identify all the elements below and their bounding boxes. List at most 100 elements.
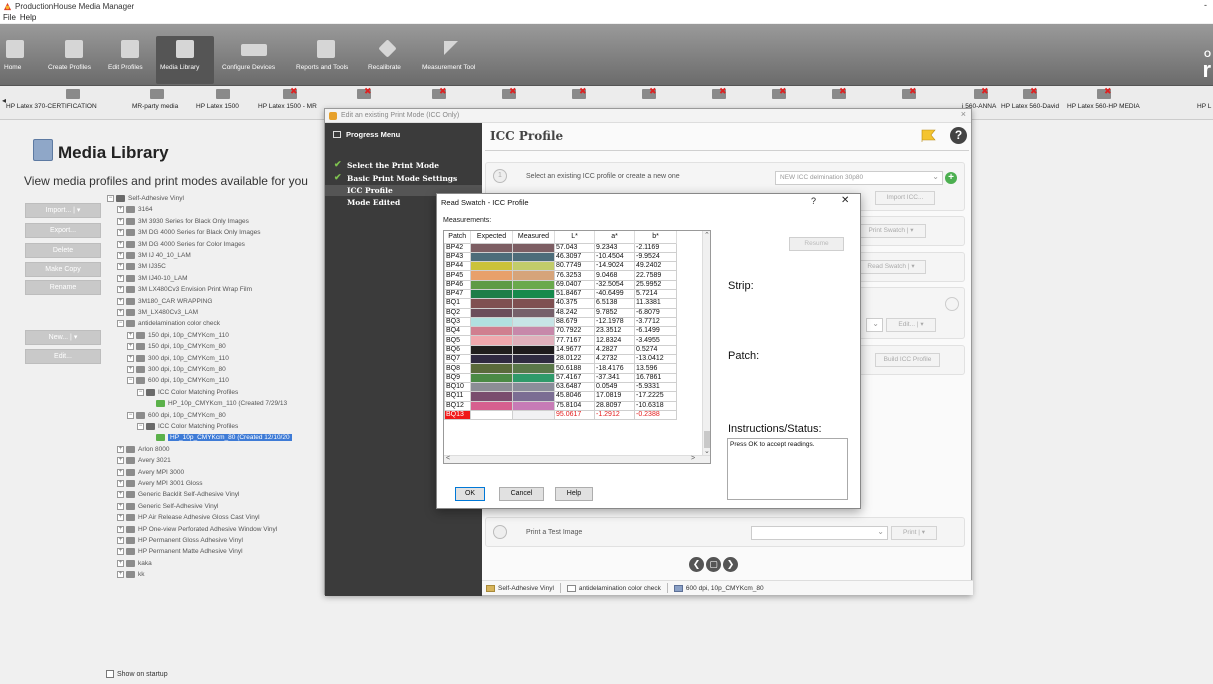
- tree-item[interactable]: + Avery MPI 3000: [117, 467, 184, 478]
- expand-icon[interactable]: +: [117, 309, 124, 316]
- media-chip[interactable]: HP Latex 560-HP MEDIA: [1067, 86, 1147, 120]
- table-row[interactable]: BP45 76.3253 9.0468 22.7589: [444, 270, 677, 281]
- column-header[interactable]: Measured: [512, 231, 555, 243]
- collapse-icon[interactable]: −: [117, 320, 124, 328]
- tree-item[interactable]: +3M IJ35C: [117, 261, 166, 272]
- strip-scroll-left-icon[interactable]: ◂: [2, 96, 6, 105]
- tree-item[interactable]: − Self-Adhesive Vinyl: [107, 193, 184, 204]
- toolbar-media-library-button[interactable]: Media Library: [156, 36, 214, 84]
- test-image-select[interactable]: [751, 526, 888, 540]
- tree-item[interactable]: +3M DG 4000 Series for Black Only Images: [117, 227, 260, 238]
- table-row[interactable]: BP47 51.8467 -40.6499 5.7214: [444, 288, 677, 300]
- tree-item[interactable]: HP_10p_CMYKcm_110 (Created 7/29/13: [147, 398, 287, 409]
- icc-profile-select[interactable]: NEW ICC delmination 30p80: [775, 171, 943, 185]
- tree-item[interactable]: + Avery MPI 3001 Gloss: [117, 478, 203, 489]
- tree-item[interactable]: + Generic Self-Adhesive Vinyl: [117, 501, 218, 512]
- scroll-up-icon[interactable]: ⌃: [704, 231, 710, 239]
- back-button[interactable]: ❮: [689, 557, 704, 572]
- expand-icon[interactable]: +: [117, 445, 124, 453]
- scroll-right-icon[interactable]: >: [691, 455, 695, 462]
- table-row[interactable]: BQ13 95.0617 -1.2912 -0.2388: [444, 409, 677, 421]
- step-basic-settings[interactable]: ✔ Basic Print Mode Settings: [334, 173, 457, 183]
- table-row[interactable]: BQ9 57.4167 -37.341 16.7861: [444, 372, 677, 383]
- toolbar-configure-devices-button[interactable]: Configure Devices: [220, 36, 288, 84]
- expand-icon[interactable]: +: [127, 343, 134, 351]
- export-button[interactable]: Export...: [25, 223, 101, 238]
- table-row[interactable]: BQ11 45.8046 17.0819 -17.2225: [444, 391, 677, 402]
- tree-item[interactable]: +3M IJ40-10_LAM: [117, 273, 188, 284]
- scrollbar-thumb[interactable]: [704, 431, 710, 448]
- vertical-scrollbar[interactable]: ⌃ ⌄: [702, 231, 710, 456]
- toolbar-create-profiles-button[interactable]: Create Profiles: [48, 36, 100, 84]
- tree-item[interactable]: + HP Permanent Matte Adhesive Vinyl: [117, 546, 243, 557]
- collapse-icon[interactable]: −: [127, 411, 134, 419]
- expand-icon[interactable]: +: [117, 480, 124, 487]
- tree-item[interactable]: +3M DG 4000 Series for Color Images: [117, 239, 245, 250]
- table-row[interactable]: BQ1 40.375 6.5138 11.3381: [444, 298, 677, 309]
- show-on-startup-checkbox[interactable]: [106, 670, 114, 678]
- add-icc-icon[interactable]: +: [945, 172, 957, 184]
- close-button[interactable]: ✕: [841, 195, 849, 206]
- expand-icon[interactable]: +: [117, 217, 124, 225]
- media-chip[interactable]: HP L: [1197, 86, 1213, 120]
- edit-button[interactable]: Edit...: [25, 349, 101, 364]
- table-row[interactable]: BP46 69.0407 -32.5054 25.9952: [444, 279, 677, 291]
- edit-select[interactable]: [866, 318, 883, 332]
- table-row[interactable]: BQ10 63.6487 0.0549 -5.9331: [444, 381, 677, 393]
- window-minimize-button[interactable]: -: [1204, 0, 1207, 10]
- tree-item[interactable]: +3164: [117, 204, 152, 215]
- ok-button[interactable]: OK: [455, 487, 485, 501]
- media-chip[interactable]: HP Latex 1500 - MR: [258, 86, 328, 120]
- tree-item[interactable]: HP_10p_CMYKcm_80 (Created 12/10/20: [147, 432, 292, 443]
- resume-button[interactable]: Resume: [789, 237, 844, 251]
- tree-item[interactable]: + HP Permanent Gloss Adhesive Vinyl: [117, 535, 243, 546]
- stop-button[interactable]: ▢: [706, 557, 721, 572]
- expand-icon[interactable]: +: [117, 229, 124, 237]
- toolbar-reports-tools-button[interactable]: Reports and Tools: [295, 36, 357, 84]
- import-icc-button[interactable]: Import ICC...: [875, 191, 935, 205]
- table-row[interactable]: BP43 46.3097 -10.4504 -9.9524: [444, 251, 677, 263]
- tree-item[interactable]: − 600 dpi, 10p_CMYKcm_110: [127, 375, 229, 386]
- toolbar-recalibrate-button[interactable]: Recalibrate: [366, 36, 408, 84]
- expand-icon[interactable]: +: [117, 240, 124, 248]
- expand-icon[interactable]: +: [117, 502, 124, 510]
- tree-item[interactable]: + Avery 3021: [117, 455, 171, 466]
- collapse-icon[interactable]: −: [107, 195, 114, 202]
- collapse-icon[interactable]: −: [127, 377, 134, 385]
- horizontal-scrollbar[interactable]: < >: [444, 455, 710, 463]
- tree-item[interactable]: +3M_LX480Cv3_LAM: [117, 307, 198, 318]
- print-test-button[interactable]: Print | ▾: [891, 526, 937, 540]
- dialog-close-button[interactable]: ×: [961, 109, 966, 119]
- table-row[interactable]: BP44 80.7749 -14.9024 49.2402: [444, 261, 677, 272]
- expand-icon[interactable]: +: [117, 468, 124, 476]
- expand-icon[interactable]: +: [117, 274, 124, 282]
- table-row[interactable]: BQ4 70.7922 23.3512 -6.1499: [444, 326, 677, 337]
- step-select-print-mode[interactable]: ✔ Select the Print Mode: [334, 160, 439, 170]
- expand-icon[interactable]: +: [117, 286, 124, 294]
- read-swatch-button[interactable]: Read Swatch | ▾: [856, 260, 926, 274]
- column-header[interactable]: b*: [634, 231, 677, 243]
- collapse-icon[interactable]: −: [137, 388, 144, 396]
- tree-item[interactable]: − ICC Color Matching Profiles: [137, 421, 238, 432]
- edit-options-button[interactable]: Edit... | ▾: [886, 318, 936, 332]
- next-button[interactable]: ❯: [723, 557, 738, 572]
- expand-icon[interactable]: +: [117, 537, 124, 544]
- column-header[interactable]: L*: [554, 231, 595, 243]
- table-row[interactable]: BP42 57.043 9.2343 -2.1169: [444, 242, 677, 253]
- expand-icon[interactable]: +: [117, 514, 124, 522]
- table-row[interactable]: BQ5 77.7167 12.8324 -3.4955: [444, 335, 677, 346]
- tree-item[interactable]: − 600 dpi, 10p_CMYKcm_80: [127, 410, 226, 421]
- tree-item[interactable]: + kk: [117, 569, 145, 580]
- help-dialog-button[interactable]: Help: [555, 487, 593, 501]
- expand-icon[interactable]: +: [117, 457, 124, 465]
- media-chip[interactable]: HP Latex 560-David: [1001, 86, 1061, 120]
- delete-button[interactable]: Delete: [25, 243, 101, 258]
- tree-item[interactable]: +3M LX480Cv3 Envision Print Wrap Film: [117, 284, 252, 295]
- tree-item[interactable]: +3M IJ 40_10_LAM: [117, 250, 191, 261]
- expand-icon[interactable]: +: [117, 525, 124, 533]
- expand-icon[interactable]: +: [117, 263, 124, 271]
- tree-item[interactable]: +300 dpi, 10p_CMYKcm_80: [127, 364, 226, 375]
- build-icc-button[interactable]: Build ICC Profile: [875, 353, 940, 367]
- media-chip[interactable]: HP Latex 370-CERTIFICATION: [6, 86, 106, 120]
- tree-item[interactable]: + kaka: [117, 558, 152, 569]
